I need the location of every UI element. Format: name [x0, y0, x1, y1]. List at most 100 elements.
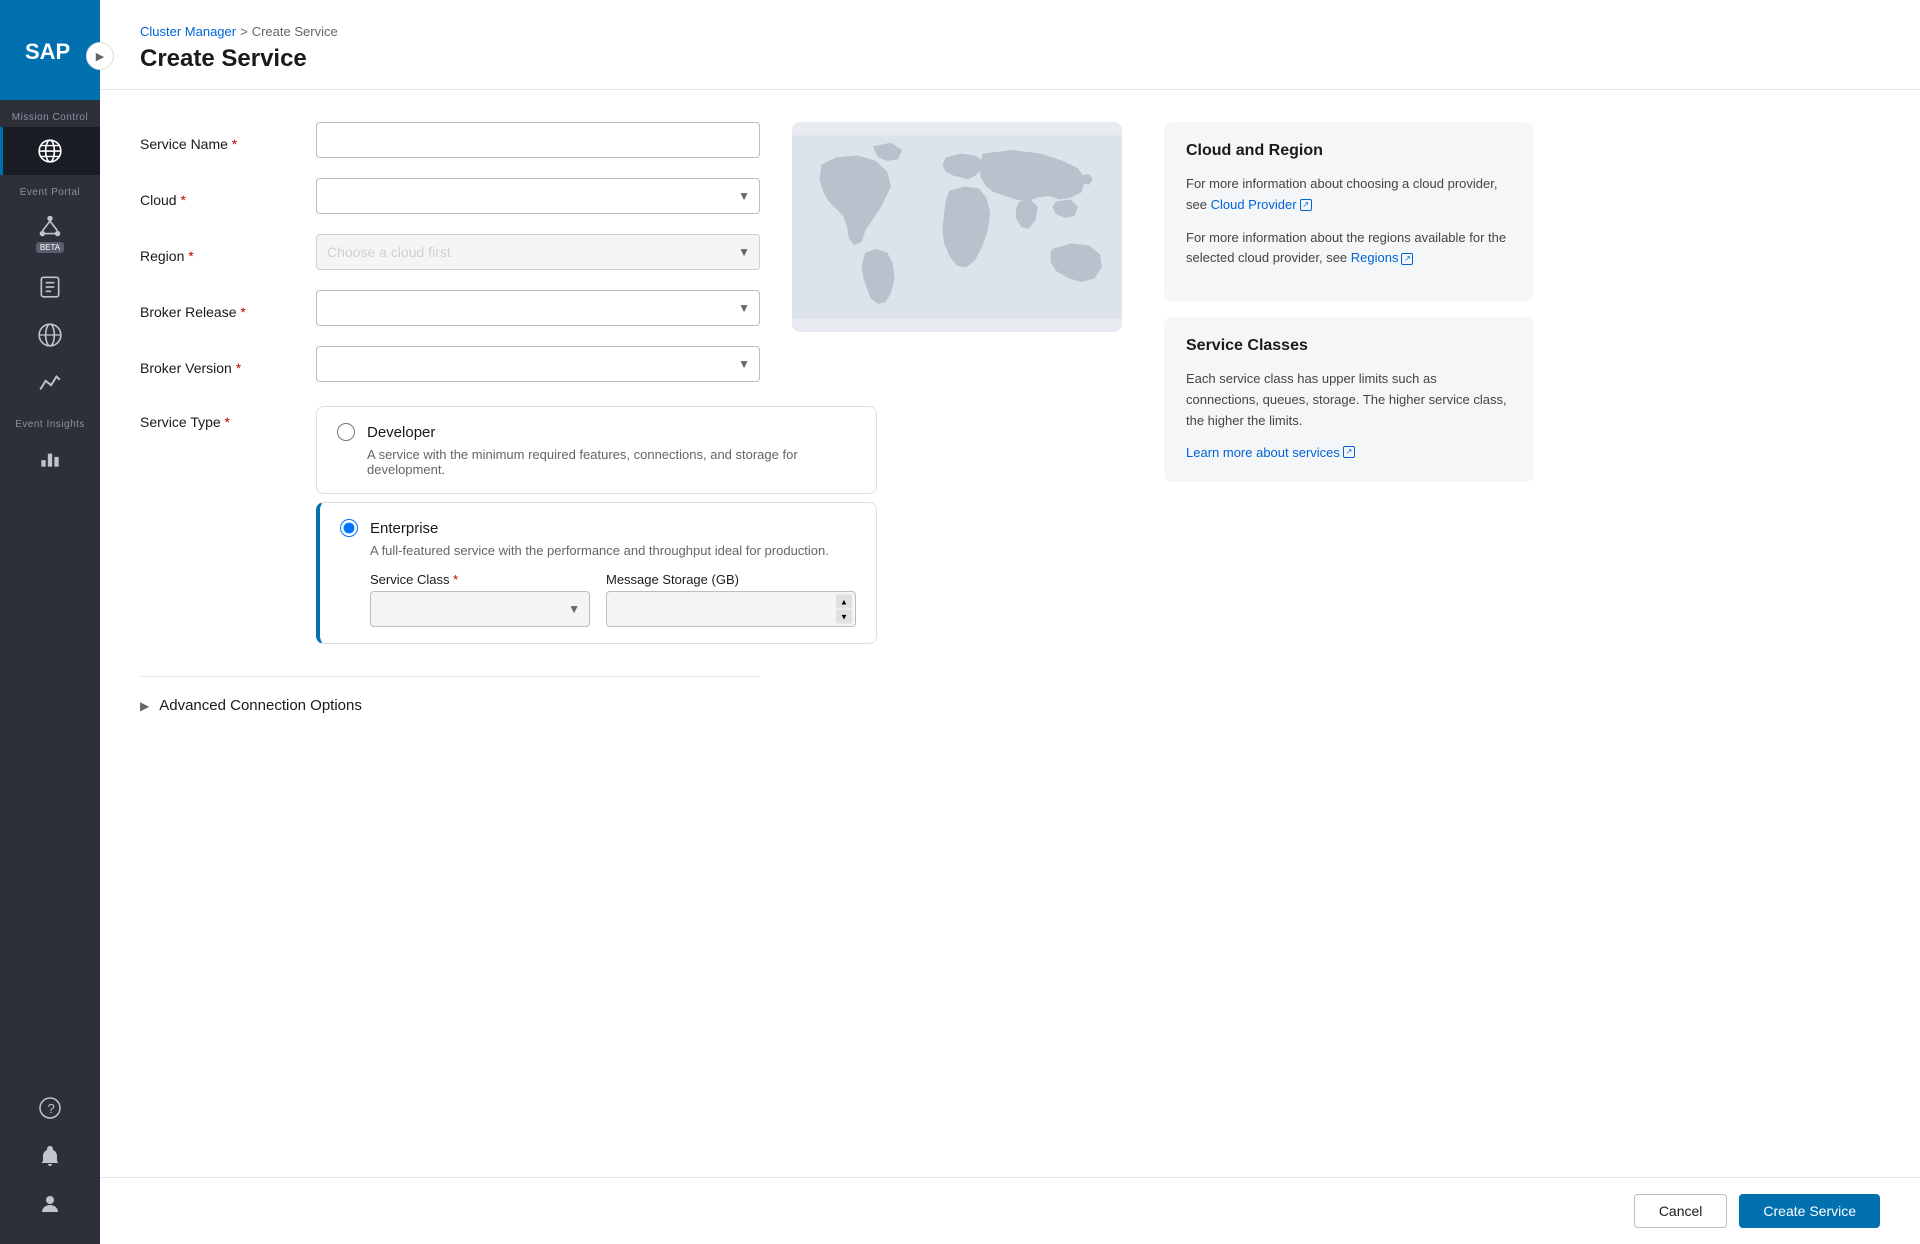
form-footer: Cancel Create Service	[100, 1177, 1920, 1244]
region-select[interactable]: Choose a cloud first	[316, 234, 760, 270]
broker-release-row: Broker Release * ▼	[140, 290, 760, 326]
sidebar-toggle-button[interactable]: ▶	[86, 42, 114, 70]
service-class-group: Service Class * ▼	[370, 572, 590, 627]
broker-version-control: ▼	[316, 346, 760, 382]
docs-icon	[36, 273, 64, 301]
mission-control-section-label: Mission Control	[0, 100, 100, 127]
message-storage-decrement[interactable]: ▼	[836, 610, 852, 624]
service-name-control	[316, 122, 760, 158]
globe2-icon	[36, 321, 64, 349]
cloud-region-panel-title: Cloud and Region	[1186, 142, 1512, 160]
form-left: Service Name * Cloud *	[140, 122, 760, 714]
cloud-control: ▼	[316, 178, 760, 214]
developer-card-header: Developer	[337, 423, 856, 441]
advanced-chevron-icon: ▶	[140, 699, 149, 713]
enterprise-radio-input[interactable]	[340, 519, 358, 537]
event-insights-section-label: Event Insights	[0, 407, 100, 434]
region-label: Region *	[140, 240, 300, 264]
regions-text: For more information about the regions a…	[1186, 228, 1512, 270]
regions-link[interactable]: Regions ↗	[1351, 248, 1414, 269]
breadcrumb: Cluster Manager > Create Service	[140, 24, 1880, 39]
sidebar-item-analytics[interactable]	[0, 359, 100, 407]
main-content: Cluster Manager > Create Service Create …	[100, 0, 1920, 1244]
region-control: Choose a cloud first ▼	[316, 234, 760, 270]
enterprise-extra-fields: Service Class * ▼	[340, 572, 856, 627]
service-classes-panel-title: Service Classes	[1186, 337, 1512, 355]
breadcrumb-parent-link[interactable]: Cluster Manager	[140, 24, 236, 39]
sidebar-item-cluster-manager[interactable]	[0, 127, 100, 175]
region-required: *	[184, 248, 193, 264]
breadcrumb-current: Create Service	[252, 24, 338, 39]
user-profile-button[interactable]	[0, 1180, 100, 1228]
service-name-input[interactable]	[316, 122, 760, 158]
page-header: Cluster Manager > Create Service Create …	[100, 0, 1920, 90]
broker-release-required: *	[237, 304, 246, 320]
cloud-region-info-panel: Cloud and Region For more information ab…	[1164, 122, 1534, 301]
breadcrumb-separator: >	[240, 24, 248, 39]
learn-more-services-link[interactable]: Learn more about services ↗	[1186, 445, 1355, 460]
service-type-required: *	[221, 414, 230, 430]
svg-text:SAP: SAP	[25, 39, 70, 64]
event-portal-section-label: Event Portal	[0, 175, 100, 202]
advanced-connection-toggle[interactable]: ▶ Advanced Connection Options	[140, 697, 760, 714]
cloud-provider-text: For more information about choosing a cl…	[1186, 174, 1512, 216]
cloud-select[interactable]	[316, 178, 760, 214]
cloud-select-wrapper: ▼	[316, 178, 760, 214]
cloud-required: *	[177, 192, 186, 208]
sidebar-item-event-insights[interactable]	[0, 434, 100, 482]
globe-icon	[36, 137, 64, 165]
cloud-provider-link[interactable]: Cloud Provider ↗	[1211, 195, 1312, 216]
form-grid: Service Name * Cloud *	[140, 122, 1880, 714]
broker-version-label: Broker Version *	[140, 352, 300, 376]
chart-icon	[36, 369, 64, 397]
broker-release-select-wrapper: ▼	[316, 290, 760, 326]
page-title: Create Service	[140, 45, 1880, 73]
service-class-field-label: Service Class *	[370, 572, 590, 587]
beta-badge: BETA	[36, 242, 64, 253]
bar-chart-icon	[36, 444, 64, 472]
message-storage-spinners: ▲ ▼	[836, 595, 852, 624]
sidebar-item-event-portal[interactable]: BETA	[0, 202, 100, 263]
broker-release-control: ▼	[316, 290, 760, 326]
broker-version-select[interactable]	[316, 346, 760, 382]
service-class-required: *	[449, 572, 458, 587]
help-button[interactable]: ?	[0, 1084, 100, 1132]
service-name-row: Service Name *	[140, 122, 760, 158]
enterprise-radio-desc: A full-featured service with the perform…	[340, 543, 856, 558]
message-storage-input[interactable]	[606, 591, 856, 627]
service-type-label: Service Type *	[140, 406, 300, 430]
service-class-select-wrapper: ▼	[370, 591, 590, 627]
sap-logo-area: SAP	[0, 0, 100, 100]
network-icon	[36, 212, 64, 240]
service-classes-description: Each service class has upper limits such…	[1186, 369, 1512, 431]
broker-version-required: *	[232, 360, 241, 376]
sidebar: SAP ▶ Mission Control Event Portal BETA	[0, 0, 100, 1244]
notifications-button[interactable]	[0, 1132, 100, 1180]
service-classes-info-panel: Service Classes Each service class has u…	[1164, 317, 1534, 481]
developer-radio-input[interactable]	[337, 423, 355, 441]
message-storage-input-wrapper: ▲ ▼	[606, 591, 856, 627]
broker-release-select[interactable]	[316, 290, 760, 326]
service-type-row: Service Type * Developer A service with …	[140, 406, 760, 652]
broker-release-label: Broker Release *	[140, 296, 300, 320]
enterprise-radio-title: Enterprise	[370, 520, 438, 537]
right-info-panels: Cloud and Region For more information ab…	[1164, 122, 1534, 714]
learn-more-external-icon: ↗	[1343, 446, 1355, 458]
message-storage-increment[interactable]: ▲	[836, 595, 852, 609]
developer-radio-title: Developer	[367, 424, 435, 441]
service-name-required: *	[228, 136, 237, 152]
sidebar-item-global-ops[interactable]	[0, 311, 100, 359]
advanced-connection-section: ▶ Advanced Connection Options	[140, 676, 760, 714]
cancel-button[interactable]: Cancel	[1634, 1194, 1728, 1228]
broker-version-select-wrapper: ▼	[316, 346, 760, 382]
cloud-label: Cloud *	[140, 184, 300, 208]
service-class-select[interactable]	[370, 591, 590, 627]
broker-version-row: Broker Version * ▼	[140, 346, 760, 382]
developer-radio-desc: A service with the minimum required feat…	[337, 447, 856, 477]
advanced-connection-label: Advanced Connection Options	[159, 697, 362, 714]
sidebar-item-docs[interactable]	[0, 263, 100, 311]
world-map-svg	[792, 122, 1122, 332]
create-service-button[interactable]: Create Service	[1739, 1194, 1880, 1228]
region-row: Region * Choose a cloud first ▼	[140, 234, 760, 270]
service-name-label: Service Name *	[140, 128, 300, 152]
